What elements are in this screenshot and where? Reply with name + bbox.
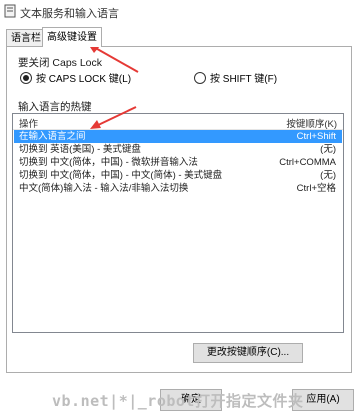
list-item-action: 在输入语言之间 [19, 131, 86, 142]
list-item-action: 切换到 英语(美国) - 美式键盘 [19, 144, 141, 155]
tab-language-bar[interactable]: 语言栏 [6, 29, 46, 47]
list-item-key: Ctrl+空格 [296, 183, 336, 194]
list-item[interactable]: 在输入语言之间 Ctrl+Shift [14, 130, 342, 143]
list-item-action: 切换到 中文(简体，中国) - 微软拼音输入法 [19, 157, 198, 168]
list-item-key: (无) [320, 170, 336, 181]
list-item-key: Ctrl+COMMA [279, 157, 336, 168]
window-title: 文本服务和输入语言 [20, 8, 119, 20]
tab-advanced-key-settings[interactable]: 高级键设置 [42, 27, 102, 47]
list-item-action: 切换到 中文(简体，中国) - 中文(简体) - 美式键盘 [19, 170, 223, 181]
list-item-key: (无) [320, 144, 336, 155]
list-item[interactable]: 切换到 英语(美国) - 美式键盘 (无) [14, 143, 342, 156]
shift-radio-option[interactable]: 按 SHIFT 键(F) [194, 70, 277, 85]
list-item[interactable]: 切换到 中文(简体，中国) - 微软拼音输入法 Ctrl+COMMA [14, 156, 342, 169]
list-item[interactable]: 中文(简体)输入法 - 输入法/非输入法切换 Ctrl+空格 [14, 182, 342, 195]
radio-selected-icon[interactable] [20, 71, 32, 84]
list-item-action: 中文(简体)输入法 - 输入法/非输入法切换 [19, 183, 189, 194]
list-header: 操作 按键顺序(K) [13, 114, 343, 130]
list-item-key: Ctrl+Shift [296, 131, 336, 142]
title-bar: 文本服务和输入语言 [0, 0, 360, 25]
change-key-sequence-button[interactable]: 更改按键顺序(C)... [193, 343, 303, 363]
radio-unselected-icon[interactable] [194, 71, 206, 84]
hotkey-section-label: 输入语言的热键 [18, 101, 92, 113]
list-item[interactable]: 切换到 中文(简体，中国) - 中文(简体) - 美式键盘 (无) [14, 169, 342, 182]
column-header-action[interactable]: 操作 [19, 116, 38, 130]
watermark-text: vb.net|*|_robot打开指定文件夹 [52, 392, 304, 410]
annotation-arrow-row [90, 106, 137, 129]
app-icon [4, 4, 16, 18]
column-header-key[interactable]: 按键顺序(K) [286, 116, 337, 130]
hotkey-listbox[interactable]: 操作 按键顺序(K) 在输入语言之间 Ctrl+Shift 切换到 英语(美国)… [12, 113, 344, 333]
shift-option-label: 按 SHIFT 键(F) [210, 74, 278, 85]
